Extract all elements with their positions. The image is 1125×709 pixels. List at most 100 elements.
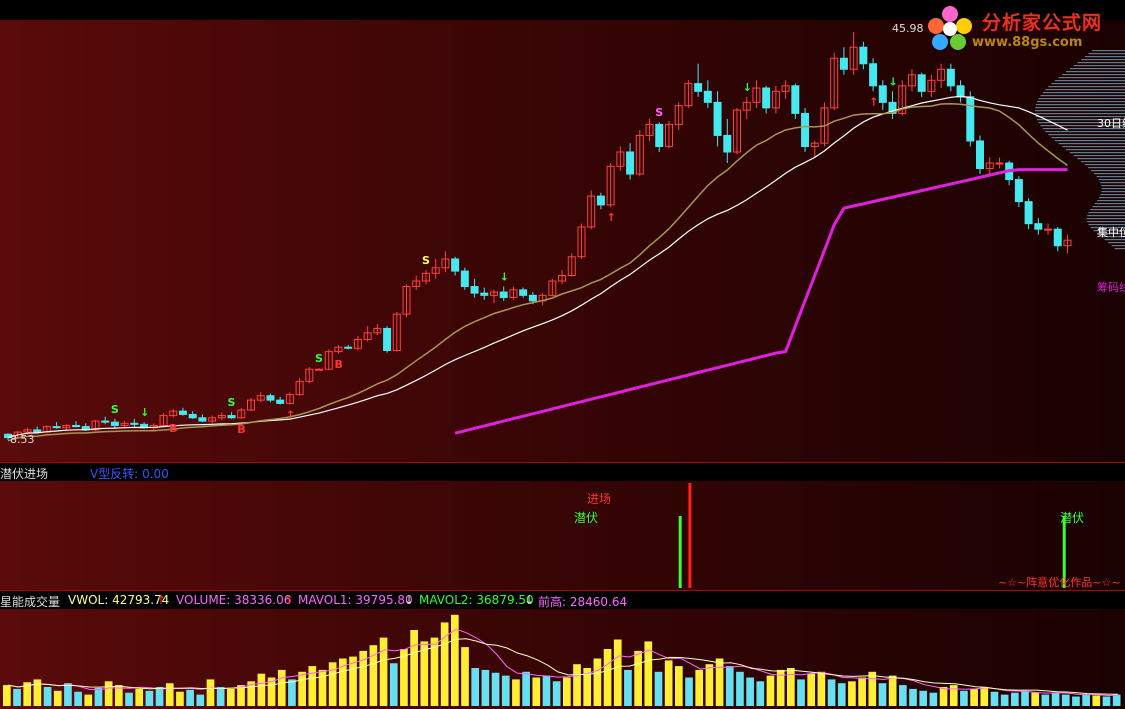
chip-bar bbox=[1098, 197, 1125, 199]
volume-bar bbox=[695, 669, 704, 706]
candle-body bbox=[72, 424, 81, 428]
low-price-label: 8.53 bbox=[10, 433, 35, 446]
volume-bar bbox=[746, 677, 754, 706]
chip-bar bbox=[1087, 221, 1125, 223]
chip-bar bbox=[1066, 71, 1125, 73]
volume-bar bbox=[603, 649, 612, 706]
candle-body bbox=[946, 68, 955, 87]
candle-body bbox=[956, 85, 965, 98]
volume-bar bbox=[298, 671, 306, 706]
volume-bar bbox=[675, 666, 683, 706]
chip-bar bbox=[1100, 194, 1125, 196]
volume-bar bbox=[176, 691, 184, 706]
ambush-label: 潜伏 bbox=[1060, 511, 1084, 525]
chip-bar bbox=[1097, 200, 1125, 202]
signal-bar bbox=[678, 516, 682, 588]
chip-bar bbox=[1096, 176, 1125, 178]
chip-label: 筹码线 bbox=[1097, 280, 1125, 294]
candle-body bbox=[791, 85, 800, 114]
prev-high-value: 前高: 28460.64 bbox=[538, 595, 628, 609]
candle-body bbox=[859, 46, 868, 65]
chip-bar bbox=[1035, 104, 1125, 106]
chip-bar bbox=[1058, 143, 1125, 145]
volume-bar bbox=[532, 677, 541, 706]
volume-bar bbox=[318, 669, 327, 706]
signal-marker: ↓ bbox=[889, 75, 898, 88]
logo-url[interactable]: www.88gs.com bbox=[972, 35, 1082, 50]
signal-marker: S bbox=[228, 396, 236, 409]
arrow-down-icon: ↓ bbox=[404, 593, 415, 607]
chip-bar bbox=[1066, 149, 1125, 151]
volume-bar bbox=[277, 669, 286, 706]
candle-body bbox=[480, 292, 489, 296]
chip-bar bbox=[1101, 191, 1125, 193]
volume-bar bbox=[43, 687, 52, 706]
mavol1-value: MAVOL1: 39795.80 bbox=[298, 593, 413, 607]
candle-body bbox=[839, 57, 848, 70]
volume-bar bbox=[522, 671, 530, 706]
signal-marker: S bbox=[315, 352, 323, 365]
chip-bar bbox=[1048, 134, 1125, 136]
volume-bar bbox=[970, 688, 978, 706]
candle-body bbox=[52, 426, 61, 429]
volume-bar bbox=[929, 692, 938, 706]
volume-bar bbox=[899, 685, 907, 706]
candle-body bbox=[723, 134, 732, 153]
candle-body bbox=[703, 90, 712, 103]
signal-marker: B bbox=[237, 423, 245, 436]
volume-bar bbox=[542, 675, 551, 706]
chip-bar bbox=[1062, 146, 1125, 148]
chip-bar bbox=[1045, 89, 1125, 91]
volume-bar bbox=[573, 664, 581, 706]
chip-bar bbox=[1092, 206, 1125, 208]
chip-bar bbox=[1040, 95, 1125, 97]
volume-bar bbox=[74, 691, 82, 706]
mavol2-value: MAVOL2: 36879.50 bbox=[419, 593, 534, 607]
candle-body bbox=[33, 429, 42, 433]
volume-bar bbox=[471, 668, 480, 706]
signal-panel[interactable]: 进场 潜伏 潜伏 ~☆~阵意优化作品~☆~ bbox=[0, 481, 1125, 591]
signal-marker: ↓ bbox=[500, 271, 509, 284]
volume-bar bbox=[461, 647, 469, 706]
volume-bar bbox=[1092, 695, 1101, 706]
chip-bar bbox=[1088, 212, 1125, 214]
candle-body bbox=[266, 395, 275, 401]
volume-bar bbox=[949, 685, 958, 706]
chip-bar bbox=[1087, 215, 1125, 217]
volume-bar bbox=[1041, 694, 1050, 706]
chip-bar bbox=[1094, 203, 1125, 205]
volume-bar bbox=[613, 639, 622, 706]
volume-bar bbox=[1102, 696, 1111, 706]
volume-bar bbox=[227, 688, 235, 706]
volume-bar bbox=[501, 675, 510, 706]
v-reversal-value: V型反转: 0.00 bbox=[90, 467, 169, 481]
volume-bar bbox=[1021, 690, 1029, 706]
signal-bar bbox=[688, 483, 692, 588]
volume-bar bbox=[288, 679, 296, 706]
volume-bar bbox=[868, 671, 877, 706]
volume-bar bbox=[13, 688, 21, 706]
chip-bar bbox=[1081, 161, 1125, 163]
candle-body bbox=[198, 417, 207, 422]
arrow-up-icon: ↑ bbox=[156, 593, 167, 607]
vwol-value: VWOL: 42793.74 bbox=[68, 593, 170, 607]
candle-body bbox=[878, 85, 887, 103]
volume-panel[interactable] bbox=[0, 609, 1125, 709]
chip-bar bbox=[1084, 56, 1125, 58]
volume-panel-title: 星能成交量 bbox=[0, 595, 61, 609]
volume-bar bbox=[104, 681, 113, 706]
volume-bar bbox=[715, 658, 724, 706]
candle-body bbox=[801, 112, 810, 147]
signal-markers: S ↓BSB↑S BS↓↑S↓↑↓ bbox=[111, 75, 898, 436]
price-panel[interactable]: S↓BSB↑SBS↓↑S↓↑↓ 45.98 8.53 30日线 集中位 筹码线 bbox=[0, 20, 1125, 462]
signal-marker: B bbox=[169, 422, 177, 435]
volume-bar bbox=[53, 690, 62, 706]
chip-bar bbox=[1051, 137, 1125, 139]
chip-bar bbox=[1069, 152, 1125, 154]
candle-body bbox=[1014, 179, 1023, 203]
volume-bar bbox=[257, 673, 266, 706]
volume-bar bbox=[705, 664, 714, 706]
enter-label: 进场 bbox=[587, 492, 611, 506]
volume-bar bbox=[878, 683, 887, 706]
chip-bar bbox=[1090, 209, 1125, 211]
